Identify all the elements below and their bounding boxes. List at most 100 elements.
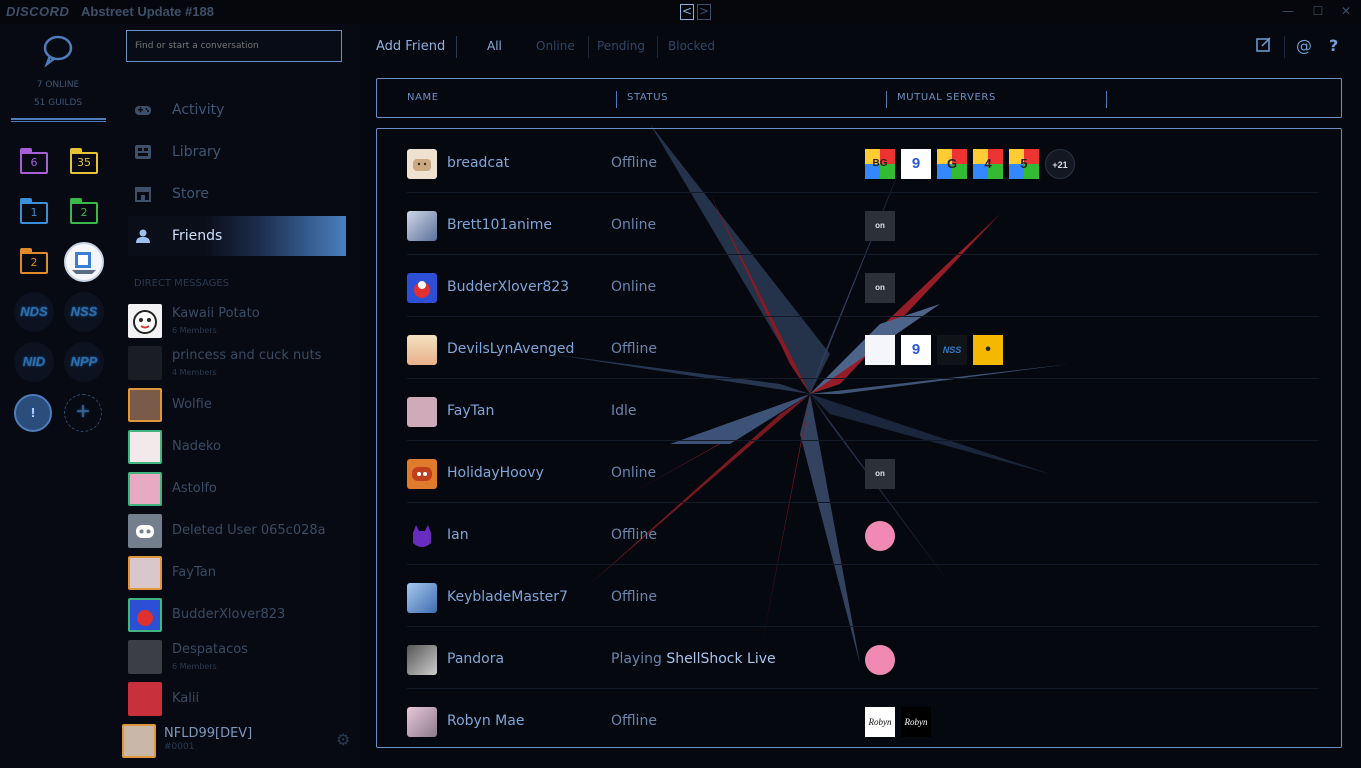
- friend-name: Brett101anime: [447, 217, 552, 233]
- tab-all[interactable]: All: [487, 39, 502, 53]
- mutual-server-icon[interactable]: [865, 521, 895, 551]
- mutual-server-icon[interactable]: [865, 645, 895, 675]
- column-status[interactable]: STATUS: [627, 92, 668, 103]
- nav-activity[interactable]: Activity: [128, 90, 346, 130]
- mutual-server-icon[interactable]: •: [973, 335, 1003, 365]
- friend-name: HolidayHoovy: [447, 465, 544, 481]
- back-button[interactable]: <: [680, 4, 694, 20]
- mutual-server-icon[interactable]: on: [865, 211, 895, 241]
- help-icon[interactable]: ?: [1329, 36, 1338, 55]
- chat-bubble-icon[interactable]: [40, 32, 76, 68]
- friend-row[interactable]: DevilsLynAvenged Offline 9 NSS •: [407, 317, 1319, 379]
- divider: [456, 36, 457, 58]
- dm-item[interactable]: princess and cuck nuts 4 Members: [128, 346, 348, 382]
- column-mutual-servers[interactable]: MUTUAL SERVERS: [897, 92, 996, 103]
- server-folder-purple[interactable]: 6: [20, 148, 48, 174]
- close-button[interactable]: ✕: [1336, 2, 1356, 20]
- dm-avatar: [128, 346, 162, 380]
- dm-item[interactable]: Nadeko: [128, 430, 348, 466]
- new-group-dm-icon[interactable]: [1256, 36, 1272, 56]
- friend-row[interactable]: HolidayHoovy Online on: [407, 441, 1319, 503]
- friend-row[interactable]: BudderXlover823 Online on: [407, 255, 1319, 317]
- nav-library[interactable]: Library: [128, 132, 346, 172]
- maximize-button[interactable]: ☐: [1308, 2, 1328, 20]
- mutual-server-icon[interactable]: BG: [865, 149, 895, 179]
- dm-name: Kalii: [172, 691, 200, 706]
- guild-sidebar: 7 ONLINE 51 GUILDS 6 35 1 2 2 NDS NSS NI…: [0, 24, 116, 768]
- dm-name: BudderXlover823: [172, 607, 286, 622]
- more-servers-badge[interactable]: +21: [1045, 149, 1075, 179]
- friend-row[interactable]: FayTan Idle: [407, 379, 1319, 441]
- friend-status: Playing ShellShock Live: [611, 651, 776, 667]
- mutual-server-icon[interactable]: NSS: [937, 335, 967, 365]
- dm-item[interactable]: FayTan: [128, 556, 348, 592]
- server-icon-nid[interactable]: NID: [14, 342, 54, 382]
- dm-avatar: [128, 304, 162, 338]
- username: NFLD99[DEV]: [164, 726, 253, 741]
- mutual-server-icon[interactable]: Robyn: [865, 707, 895, 737]
- friend-row[interactable]: Ian Offline: [407, 503, 1319, 565]
- friends-top-nav: Add Friend All Online Pending Blocked @ …: [360, 24, 1361, 70]
- dm-avatar: [128, 388, 162, 422]
- dm-name: Astolfo: [172, 481, 217, 496]
- mentions-icon[interactable]: @: [1296, 36, 1312, 55]
- mutual-server-icon[interactable]: on: [865, 459, 895, 489]
- server-icon-cube[interactable]: [64, 242, 104, 282]
- friend-row[interactable]: Robyn Mae Offline Robyn Robyn: [407, 689, 1319, 751]
- friend-row[interactable]: Pandora Playing ShellShock Live: [407, 627, 1319, 689]
- friend-avatar: [407, 273, 437, 303]
- minimize-button[interactable]: —: [1278, 2, 1298, 20]
- dm-name: FayTan: [172, 565, 216, 580]
- user-avatar[interactable]: [122, 724, 156, 758]
- forward-button[interactable]: >: [697, 4, 711, 20]
- dm-avatar: [128, 640, 162, 674]
- mutual-server-icon[interactable]: Robyn: [901, 707, 931, 737]
- nav-store[interactable]: Store: [128, 174, 346, 214]
- divider: [1106, 91, 1107, 108]
- tab-online[interactable]: Online: [536, 39, 575, 53]
- friend-status: Offline: [611, 341, 657, 357]
- dm-item[interactable]: Despatacos 6 Members: [128, 640, 348, 676]
- server-icon-nss[interactable]: NSS: [64, 292, 104, 332]
- add-friend-button[interactable]: Add Friend: [376, 39, 445, 54]
- tab-pending[interactable]: Pending: [597, 39, 645, 53]
- server-folder-green[interactable]: 2: [70, 198, 98, 224]
- dm-item[interactable]: Kawaii Potato 6 Members: [128, 304, 348, 340]
- friend-status: Online: [611, 279, 657, 295]
- friend-row[interactable]: KeybladeMaster7 Offline: [407, 565, 1319, 627]
- gear-icon[interactable]: ⚙: [336, 730, 350, 749]
- friend-name: FayTan: [447, 403, 495, 419]
- server-icon-nds[interactable]: NDS: [14, 292, 54, 332]
- friend-row[interactable]: Brett101anime Online on: [407, 193, 1319, 255]
- dm-item[interactable]: Deleted User 065c028a: [128, 514, 348, 550]
- mutual-server-icon[interactable]: on: [865, 273, 895, 303]
- dm-item[interactable]: Kalii: [128, 682, 348, 718]
- server-folder-blue[interactable]: 1: [20, 198, 48, 224]
- friend-name: KeybladeMaster7: [447, 589, 568, 605]
- dm-item[interactable]: BudderXlover823: [128, 598, 348, 634]
- mutual-server-icon[interactable]: 4: [973, 149, 1003, 179]
- mutual-server-icon[interactable]: 5: [1009, 149, 1039, 179]
- dm-item[interactable]: Astolfo: [128, 472, 348, 508]
- add-server-button[interactable]: +: [64, 394, 102, 432]
- mutual-server-icon[interactable]: [865, 335, 895, 365]
- column-name[interactable]: NAME: [407, 92, 439, 103]
- mutual-server-icon[interactable]: G: [937, 149, 967, 179]
- mutual-server-icon[interactable]: 9: [901, 149, 931, 179]
- server-icon-npp[interactable]: NPP: [64, 342, 104, 382]
- server-folder-orange[interactable]: 2: [20, 248, 48, 274]
- friend-avatar: [407, 397, 437, 427]
- dm-avatar: [128, 472, 162, 506]
- alert-button[interactable]: !: [14, 394, 52, 432]
- tab-blocked[interactable]: Blocked: [668, 39, 715, 53]
- guild-stats: 7 ONLINE 51 GUILDS: [0, 76, 116, 112]
- nav-friends[interactable]: Friends: [128, 216, 346, 256]
- friend-row[interactable]: breadcat Offline BG 9 G 4 5 +21: [407, 131, 1319, 193]
- dm-name: Despatacos: [172, 642, 248, 657]
- search-input[interactable]: [126, 30, 342, 62]
- mutual-server-icon[interactable]: 9: [901, 335, 931, 365]
- dm-avatar: [128, 682, 162, 716]
- dm-item[interactable]: Wolfie: [128, 388, 348, 424]
- server-folder-yellow[interactable]: 35: [70, 148, 98, 174]
- divider: [1284, 36, 1285, 58]
